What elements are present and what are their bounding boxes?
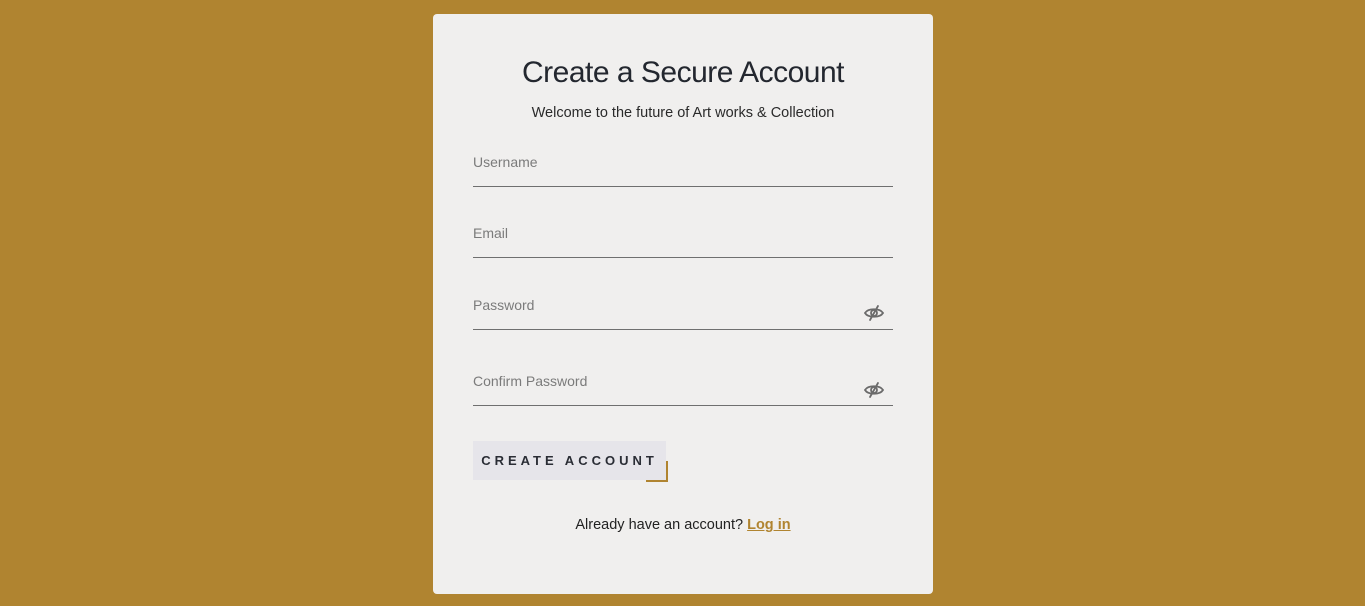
page-title: Create a Secure Account [521,56,845,89]
button-accent-mask [666,441,668,461]
eye-slash-icon-svg [863,382,885,398]
button-accent-mask [473,480,646,482]
eye-slash-icon[interactable] [863,381,885,399]
eye-slash-icon[interactable] [863,304,885,322]
page-subtitle: Welcome to the future of Art works & Col… [531,105,835,121]
login-link[interactable]: Log in [747,517,791,533]
username-field[interactable]: Username [473,152,893,187]
password-input[interactable] [473,307,863,327]
confirm-password-field[interactable]: Confirm Password [473,371,893,406]
email-field[interactable]: Email [473,223,893,258]
signup-card: Create a Secure Account Welcome to the f… [433,14,933,594]
password-field[interactable]: Password [473,295,893,330]
username-input[interactable] [473,164,863,184]
email-input[interactable] [473,235,863,255]
create-account-label: CREATE ACCOUNT [481,453,658,468]
login-prompt-text: Already have an account? [575,517,744,533]
confirm-password-input[interactable] [473,383,863,403]
login-prompt: Already have an account? Log in [433,517,933,533]
create-account-button[interactable]: CREATE ACCOUNT [473,441,668,482]
eye-slash-icon-svg [863,305,885,321]
page-background: Create a Secure Account Welcome to the f… [0,0,1365,606]
